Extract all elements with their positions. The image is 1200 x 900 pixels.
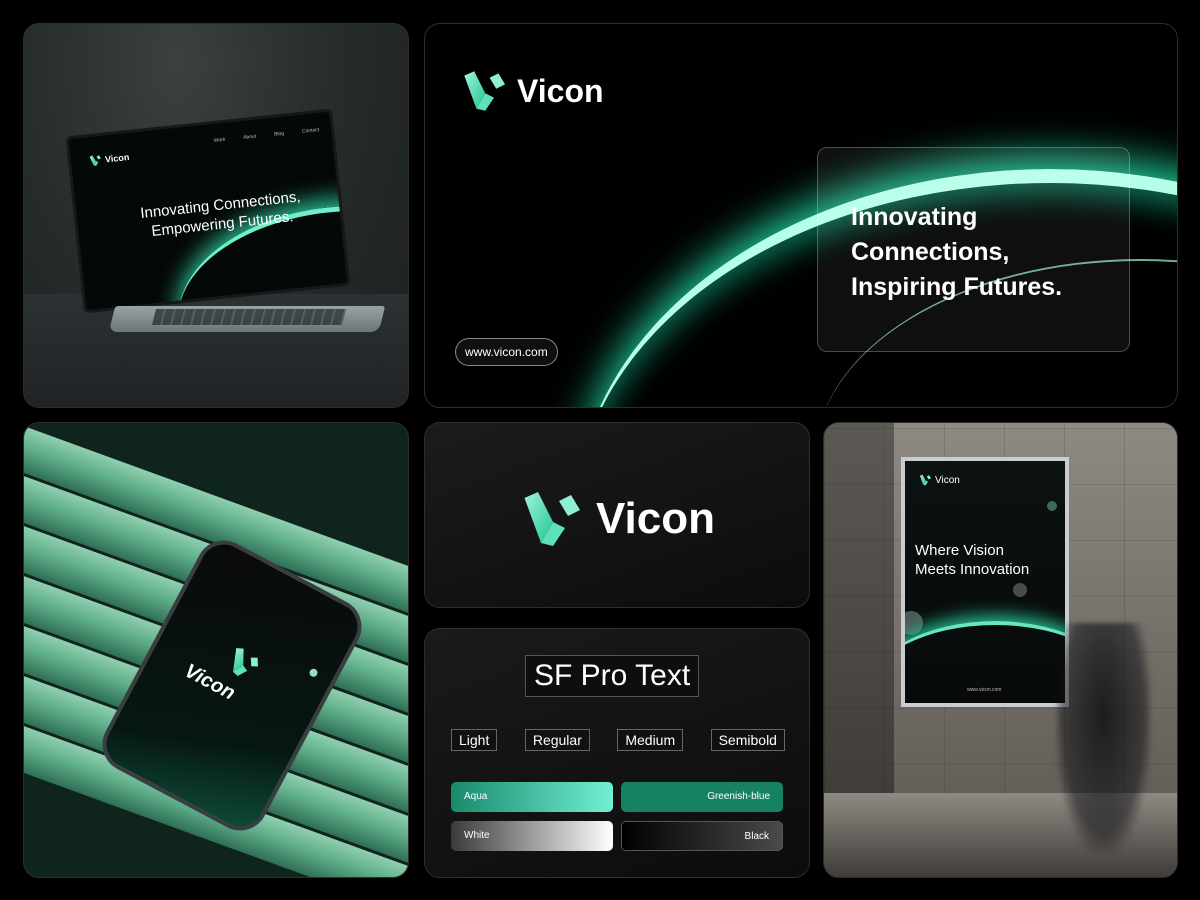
vicon-logo-icon: [222, 643, 263, 684]
banner-headline: Innovating Connections, Inspiring Future…: [851, 200, 1062, 305]
vicon-logo-icon: [461, 69, 505, 113]
vicon-logo-icon: [919, 474, 931, 486]
swatch-greenish-blue: Greenish-blue: [621, 782, 783, 812]
laptop-brand-name: Vicon: [104, 151, 130, 165]
weight-regular: Regular: [524, 729, 590, 751]
glow-arc: [905, 621, 1065, 703]
banner-headline-line3: Inspiring Futures.: [851, 273, 1063, 301]
logo-panel: Vicon: [424, 422, 810, 608]
swatch-aqua: Aqua: [451, 782, 613, 812]
nav-item-about[interactable]: About: [243, 134, 257, 141]
poster-logo: Vicon: [919, 474, 960, 486]
swatch-black: Black: [621, 821, 783, 851]
poster-url: www.vicon.com: [967, 687, 1002, 693]
banner-headline-line2: Connections,: [851, 238, 1010, 266]
banner-logo: Vicon: [461, 69, 604, 113]
weight-semibold: Semibold: [710, 729, 785, 751]
laptop-screen: Vicon Work About Blog Contact Innovating…: [65, 108, 351, 314]
primary-logo: Vicon: [520, 489, 715, 549]
decor-circle: [1013, 583, 1027, 597]
nav-item-contact[interactable]: Contact: [302, 127, 320, 135]
font-weights: Light Regular Medium Semibold: [451, 729, 785, 751]
weight-light: Light: [451, 729, 498, 751]
poster-headline-line1: Where Vision: [915, 542, 1004, 559]
poster-brand-name: Vicon: [935, 474, 960, 486]
laptop-site-logo: Vicon: [89, 151, 130, 167]
nav-item-blog[interactable]: Blog: [274, 131, 285, 138]
nav-item-work[interactable]: Work: [213, 137, 225, 144]
swatch-white: White: [451, 821, 613, 851]
walking-person-silhouette: [1056, 623, 1151, 853]
poster: Vicon Where Vision Meets Innovation www.…: [901, 457, 1069, 707]
weight-medium: Medium: [617, 729, 684, 751]
laptop-keyboard: [152, 309, 346, 325]
banner-headline-line1: Innovating: [851, 203, 978, 231]
glass-card: Innovating Connections, Inspiring Future…: [817, 147, 1130, 352]
banner-panel: Vicon Innovating Connections, Inspiring …: [424, 23, 1178, 408]
poster-mockup-panel: Vicon Where Vision Meets Innovation www.…: [823, 422, 1178, 878]
decor-circle: [905, 611, 923, 635]
vicon-logo-icon: [520, 489, 580, 549]
poster-headline-line2: Meets Innovation: [915, 561, 1030, 578]
url-pill[interactable]: www.vicon.com: [455, 338, 558, 366]
laptop-mockup-panel: Vicon Work About Blog Contact Innovating…: [23, 23, 409, 408]
laptop-site-nav: Work About Blog Contact: [213, 127, 319, 144]
phone-mockup-panel: Vicon: [23, 422, 409, 878]
vicon-logo-icon: [89, 154, 102, 167]
decor-dot: [1047, 501, 1057, 511]
font-name: SF Pro Text: [525, 655, 700, 697]
typography-panel: SF Pro Text Light Regular Medium Semibol…: [424, 628, 810, 878]
banner-brand-name: Vicon: [517, 72, 604, 109]
decor-dot: [308, 667, 319, 679]
poster-headline: Where Vision Meets Innovation: [915, 541, 1029, 579]
logo-brand-name: Vicon: [596, 494, 716, 543]
